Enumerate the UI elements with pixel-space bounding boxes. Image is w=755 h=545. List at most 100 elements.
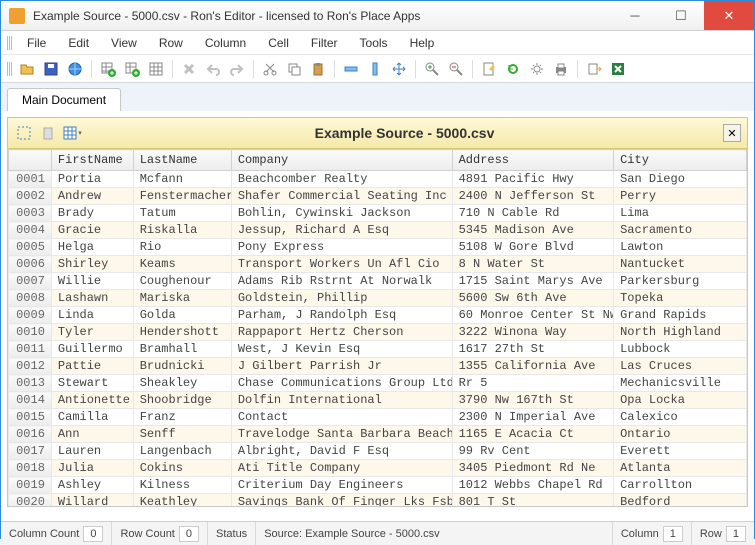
cell[interactable]: Stewart [51, 375, 133, 392]
cell[interactable]: 1355 California Ave [452, 358, 614, 375]
cell[interactable]: Mcfann [133, 171, 231, 188]
row-number[interactable]: 0019 [9, 477, 52, 494]
cell[interactable]: Sacramento [614, 222, 747, 239]
cell[interactable]: Savings Bank Of Finger Lks Fsb [231, 494, 452, 508]
print-icon[interactable] [551, 59, 571, 79]
cell[interactable]: Lima [614, 205, 747, 222]
cell[interactable]: West, J Kevin Esq [231, 341, 452, 358]
column-header[interactable]: Company [231, 150, 452, 171]
cell[interactable]: Golda [133, 307, 231, 324]
cell[interactable]: Bohlin, Cywinski Jackson [231, 205, 452, 222]
cell[interactable]: Cokins [133, 460, 231, 477]
cell[interactable]: Perry [614, 188, 747, 205]
cell[interactable]: Parkersburg [614, 273, 747, 290]
col-insert-icon[interactable] [365, 59, 385, 79]
row-number[interactable]: 0006 [9, 256, 52, 273]
cut-icon[interactable] [260, 59, 280, 79]
table-row[interactable]: 0014AntionetteShoobridgeDolfin Internati… [9, 392, 747, 409]
cell[interactable]: Topeka [614, 290, 747, 307]
cell[interactable]: Guillermo [51, 341, 133, 358]
row-number[interactable]: 0020 [9, 494, 52, 508]
cell[interactable]: 3405 Piedmont Rd Ne [452, 460, 614, 477]
cell[interactable]: Lashawn [51, 290, 133, 307]
cell[interactable]: Linda [51, 307, 133, 324]
cell[interactable]: Tatum [133, 205, 231, 222]
cell[interactable]: Contact [231, 409, 452, 426]
cell[interactable]: Adams Rib Rstrnt At Norwalk [231, 273, 452, 290]
cell[interactable]: Willie [51, 273, 133, 290]
undo-icon[interactable] [203, 59, 223, 79]
cell[interactable]: Ashley [51, 477, 133, 494]
cell[interactable]: Las Cruces [614, 358, 747, 375]
cell[interactable]: Parham, J Randolph Esq [231, 307, 452, 324]
table-row[interactable]: 0018JuliaCokinsAti Title Company3405 Pie… [9, 460, 747, 477]
table-row[interactable]: 0019AshleyKilnessCriterium Day Engineers… [9, 477, 747, 494]
column-header[interactable]: City [614, 150, 747, 171]
cell[interactable]: 5600 Sw 6th Ave [452, 290, 614, 307]
cell[interactable]: Shirley [51, 256, 133, 273]
cell[interactable]: Everett [614, 443, 747, 460]
cell[interactable]: Gracie [51, 222, 133, 239]
cell[interactable]: Opa Locka [614, 392, 747, 409]
cell[interactable]: Lauren [51, 443, 133, 460]
zoom-in-icon[interactable] [422, 59, 442, 79]
table-row[interactable]: 0011GuillermoBramhallWest, J Kevin Esq16… [9, 341, 747, 358]
paste-icon[interactable] [308, 59, 328, 79]
menubar-grip[interactable] [7, 36, 13, 50]
row-number[interactable]: 0010 [9, 324, 52, 341]
cell[interactable]: Senff [133, 426, 231, 443]
menu-row[interactable]: Row [149, 33, 193, 53]
edit-page-icon[interactable] [479, 59, 499, 79]
cell[interactable]: 3222 Winona Way [452, 324, 614, 341]
cell[interactable]: Kilness [133, 477, 231, 494]
grid-icon[interactable] [146, 59, 166, 79]
column-header[interactable]: Address [452, 150, 614, 171]
cell[interactable]: Mariska [133, 290, 231, 307]
table-row[interactable]: 0004GracieRiskallaJessup, Richard A Esq5… [9, 222, 747, 239]
save-icon[interactable] [41, 59, 61, 79]
maximize-button[interactable]: ☐ [658, 1, 704, 30]
cell[interactable]: Goldstein, Phillip [231, 290, 452, 307]
table-row[interactable]: 0005HelgaRioPony Express5108 W Gore Blvd… [9, 239, 747, 256]
cell[interactable]: J Gilbert Parrish Jr [231, 358, 452, 375]
cell[interactable]: Sheakley [133, 375, 231, 392]
cell[interactable]: Shoobridge [133, 392, 231, 409]
row-number[interactable]: 0012 [9, 358, 52, 375]
column-header[interactable]: FirstName [51, 150, 133, 171]
table-row[interactable]: 0017LaurenLangenbachAlbright, David F Es… [9, 443, 747, 460]
row-number[interactable]: 0003 [9, 205, 52, 222]
cell[interactable]: Nantucket [614, 256, 747, 273]
row-number[interactable]: 0015 [9, 409, 52, 426]
refresh-icon[interactable] [503, 59, 523, 79]
gear-icon[interactable] [527, 59, 547, 79]
cell[interactable]: North Highland [614, 324, 747, 341]
cell[interactable]: Keams [133, 256, 231, 273]
table-row[interactable]: 0008LashawnMariskaGoldstein, Phillip5600… [9, 290, 747, 307]
cell[interactable]: 2400 N Jefferson St [452, 188, 614, 205]
cell[interactable]: 5108 W Gore Blvd [452, 239, 614, 256]
cell[interactable]: Beachcomber Realty [231, 171, 452, 188]
cell[interactable]: Calexico [614, 409, 747, 426]
cell[interactable]: Travelodge Santa Barbara Beach [231, 426, 452, 443]
open-icon[interactable] [17, 59, 37, 79]
cell[interactable]: Carrollton [614, 477, 747, 494]
minimize-button[interactable]: ─ [612, 1, 658, 30]
menu-file[interactable]: File [17, 33, 56, 53]
cell[interactable]: Helga [51, 239, 133, 256]
table-row[interactable]: 0002AndrewFenstermacherShafer Commercial… [9, 188, 747, 205]
table-row[interactable]: 0009LindaGoldaParham, J Randolph Esq60 M… [9, 307, 747, 324]
cell[interactable]: Grand Rapids [614, 307, 747, 324]
menu-column[interactable]: Column [195, 33, 256, 53]
cell[interactable]: Jessup, Richard A Esq [231, 222, 452, 239]
cell[interactable]: Rr 5 [452, 375, 614, 392]
toolbar-grip[interactable] [7, 62, 13, 76]
cell[interactable]: 1715 Saint Marys Ave [452, 273, 614, 290]
cell[interactable]: Shafer Commercial Seating Inc [231, 188, 452, 205]
row-number[interactable]: 0008 [9, 290, 52, 307]
cell[interactable]: Albright, David F Esq [231, 443, 452, 460]
cell[interactable]: Riskalla [133, 222, 231, 239]
cell[interactable]: Bramhall [133, 341, 231, 358]
row-number[interactable]: 0013 [9, 375, 52, 392]
header-select-icon[interactable] [14, 123, 34, 143]
cell[interactable]: Lubbock [614, 341, 747, 358]
